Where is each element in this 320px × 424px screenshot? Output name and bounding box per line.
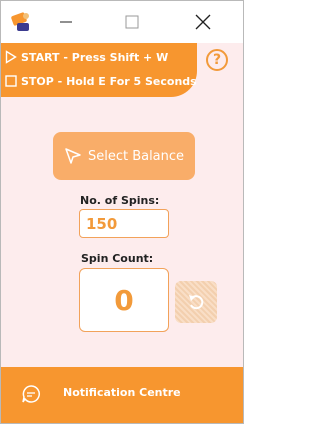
maximize-button[interactable]: [117, 9, 147, 35]
app-window: START - Press Shift + W STOP - Hold E Fo…: [0, 0, 244, 424]
spin-count-display: 0: [79, 268, 169, 332]
spins-label: No. of Spins:: [80, 194, 160, 207]
play-icon: [5, 50, 17, 64]
start-hotkey-row: START - Press Shift + W: [5, 47, 168, 67]
minimize-button[interactable]: [51, 9, 81, 35]
start-hotkey-text: START - Press Shift + W: [21, 50, 169, 64]
minimize-icon: [60, 21, 72, 23]
spins-input[interactable]: 150: [79, 209, 169, 238]
help-icon: ?: [212, 52, 222, 68]
close-button[interactable]: [188, 9, 218, 35]
notification-centre-label: Notification Centre: [63, 386, 181, 399]
app-icon: [11, 12, 29, 31]
spins-value: 150: [86, 214, 118, 233]
cursor-icon: [65, 148, 81, 164]
hotkey-banner: START - Press Shift + W STOP - Hold E Fo…: [1, 43, 197, 97]
reset-button[interactable]: [175, 281, 217, 323]
help-button[interactable]: ?: [206, 49, 228, 71]
notification-centre-bar[interactable]: Notification Centre: [1, 367, 243, 423]
stop-hotkey-text: STOP - Hold E For 5 Seconds: [21, 74, 197, 88]
title-bar: [1, 1, 243, 43]
spin-count-value: 0: [114, 283, 134, 317]
spin-count-label: Spin Count:: [81, 252, 154, 265]
reset-icon: [189, 295, 204, 310]
select-balance-label: Select Balance: [87, 148, 185, 164]
select-balance-button[interactable]: Select Balance: [53, 132, 195, 180]
maximize-icon: [125, 15, 139, 29]
close-icon: [195, 14, 211, 30]
stop-hotkey-row: STOP - Hold E For 5 Seconds: [5, 71, 197, 91]
stop-icon: [5, 75, 17, 87]
chat-icon: [22, 385, 40, 403]
